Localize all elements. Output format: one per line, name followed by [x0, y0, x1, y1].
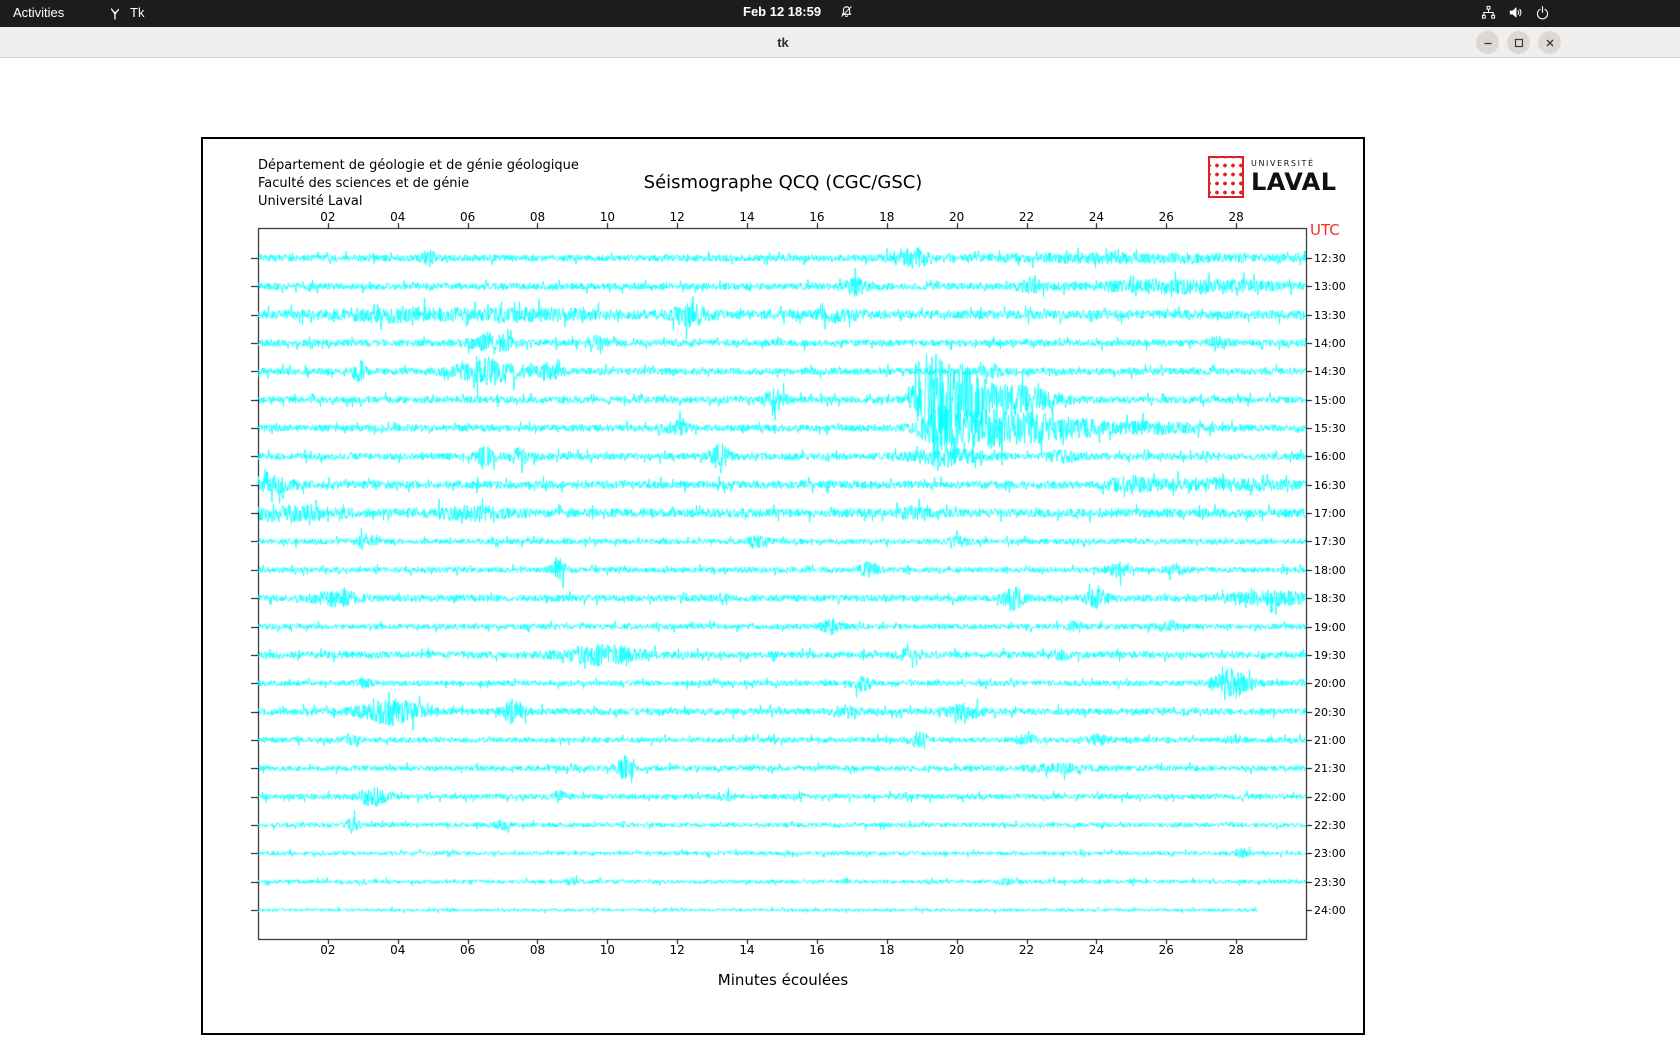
trace-time-label: 23:30 — [1314, 876, 1346, 889]
x-tick-label-top: 04 — [386, 210, 410, 224]
x-tick-label-bottom: 10 — [595, 943, 619, 957]
trace-time-label: 17:30 — [1314, 535, 1346, 548]
tk-app-icon — [107, 5, 123, 21]
seismogram-canvas — [203, 139, 1363, 1033]
trace-time-label: 18:30 — [1314, 592, 1346, 605]
trace-time-label: 14:00 — [1314, 337, 1346, 350]
x-tick-label-top: 20 — [945, 210, 969, 224]
trace-time-label: 13:00 — [1314, 280, 1346, 293]
trace-time-label: 19:30 — [1314, 649, 1346, 662]
trace-time-label: 13:30 — [1314, 309, 1346, 322]
maximize-button[interactable] — [1507, 31, 1530, 54]
trace-time-label: 15:30 — [1314, 422, 1346, 435]
x-tick-label-top: 14 — [735, 210, 759, 224]
x-tick-label-top: 10 — [595, 210, 619, 224]
trace-time-label: 14:30 — [1314, 365, 1346, 378]
x-tick-label-bottom: 06 — [456, 943, 480, 957]
gnome-top-bar: Activities Tk Feb 12 18:59 — [0, 0, 1680, 27]
trace-time-label: 24:00 — [1314, 904, 1346, 917]
clock-area[interactable]: Feb 12 18:59 — [743, 4, 854, 19]
x-tick-label-bottom: 02 — [316, 943, 340, 957]
x-tick-label-bottom: 14 — [735, 943, 759, 957]
x-tick-label-bottom: 24 — [1084, 943, 1108, 957]
laval-wordmark: UNIVERSITÉ LAVAL — [1251, 160, 1337, 194]
trace-time-label: 17:00 — [1314, 507, 1346, 520]
x-tick-label-top: 26 — [1154, 210, 1178, 224]
x-axis-title: Minutes écoulées — [203, 971, 1363, 989]
trace-time-label: 22:30 — [1314, 819, 1346, 832]
utc-label: UTC — [1310, 221, 1340, 239]
seismograph-frame: Département de géologie et de génie géol… — [201, 137, 1365, 1035]
window-title-bar[interactable]: tk — [0, 27, 1680, 58]
x-tick-label-bottom: 16 — [805, 943, 829, 957]
trace-time-label: 20:00 — [1314, 677, 1346, 690]
trace-time-label: 22:00 — [1314, 791, 1346, 804]
laval-shield-icon — [1208, 156, 1244, 198]
logo-laval-text: LAVAL — [1251, 170, 1337, 194]
trace-time-label: 20:30 — [1314, 706, 1346, 719]
x-tick-label-bottom: 28 — [1224, 943, 1248, 957]
x-tick-label-top: 24 — [1084, 210, 1108, 224]
trace-time-label: 21:30 — [1314, 762, 1346, 775]
x-tick-label-top: 18 — [875, 210, 899, 224]
maximize-icon — [1513, 37, 1525, 49]
x-tick-label-top: 02 — [316, 210, 340, 224]
system-tray[interactable] — [1481, 5, 1550, 20]
trace-time-label: 16:00 — [1314, 450, 1346, 463]
seismograph-panel: Département de géologie et de génie géol… — [203, 139, 1363, 1033]
close-button[interactable] — [1538, 31, 1561, 54]
x-tick-label-top: 06 — [456, 210, 480, 224]
x-tick-label-top: 08 — [525, 210, 549, 224]
trace-time-label: 16:30 — [1314, 479, 1346, 492]
x-tick-label-top: 12 — [665, 210, 689, 224]
focused-app-name[interactable]: Tk — [130, 5, 144, 20]
minimize-icon — [1482, 37, 1494, 49]
x-tick-label-bottom: 20 — [945, 943, 969, 957]
bell-crossed-icon — [839, 4, 854, 19]
logo-universite-text: UNIVERSITÉ — [1251, 160, 1337, 168]
x-tick-label-top: 22 — [1015, 210, 1039, 224]
chart-title: Séismographe QCQ (CGC/GSC) — [203, 172, 1363, 193]
activities-button[interactable]: Activities — [13, 5, 64, 20]
close-icon — [1544, 37, 1556, 49]
trace-time-label: 18:00 — [1314, 564, 1346, 577]
network-tree-icon — [1481, 5, 1496, 20]
window-title: tk — [777, 35, 789, 50]
trace-time-label: 12:30 — [1314, 252, 1346, 265]
trace-time-label: 15:00 — [1314, 394, 1346, 407]
clock-label: Feb 12 18:59 — [743, 4, 821, 19]
trace-time-label: 21:00 — [1314, 734, 1346, 747]
trace-time-label: 19:00 — [1314, 621, 1346, 634]
x-tick-label-bottom: 18 — [875, 943, 899, 957]
universite-laval-logo: UNIVERSITÉ LAVAL — [1208, 156, 1337, 198]
x-tick-label-bottom: 04 — [386, 943, 410, 957]
power-icon — [1535, 5, 1550, 20]
window-controls — [1476, 31, 1561, 54]
x-tick-label-top: 16 — [805, 210, 829, 224]
x-tick-label-bottom: 22 — [1015, 943, 1039, 957]
x-tick-label-bottom: 12 — [665, 943, 689, 957]
x-tick-label-bottom: 08 — [525, 943, 549, 957]
minimize-button[interactable] — [1476, 31, 1499, 54]
x-tick-label-bottom: 26 — [1154, 943, 1178, 957]
desktop: Activities Tk Feb 12 18:59 — [0, 0, 1680, 1050]
tk-window-content: Département de géologie et de génie géol… — [0, 58, 1680, 1050]
trace-time-label: 23:00 — [1314, 847, 1346, 860]
x-tick-label-top: 28 — [1224, 210, 1248, 224]
address-line-3: Université Laval — [258, 193, 579, 211]
speaker-icon — [1508, 5, 1523, 20]
